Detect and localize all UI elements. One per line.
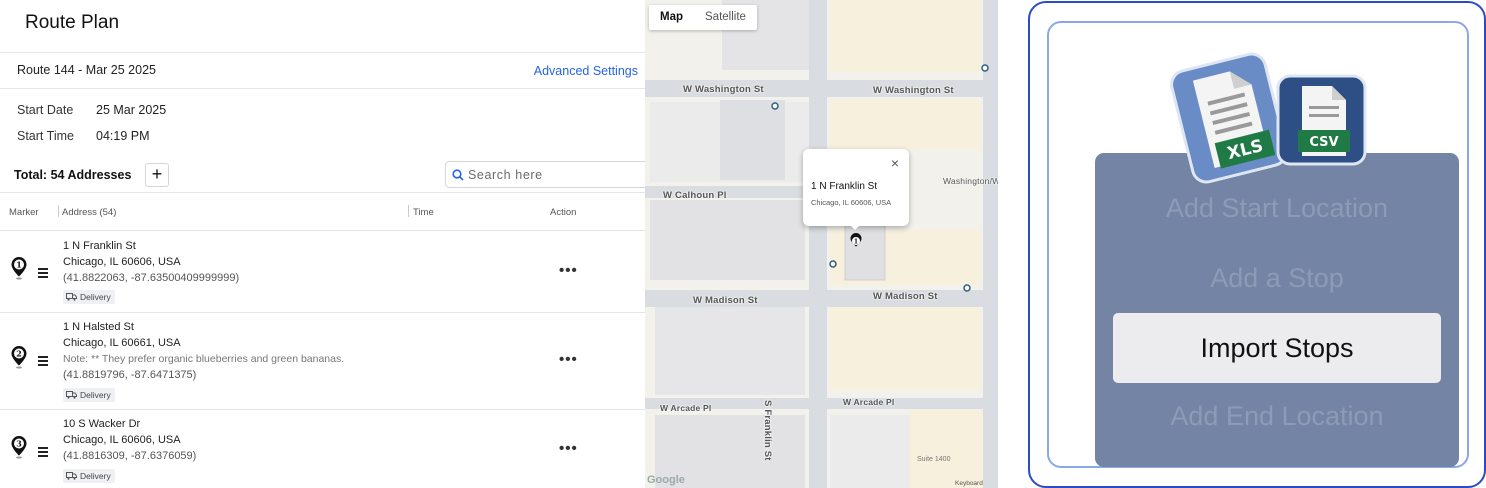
row-actions-menu[interactable]: ••• [559, 440, 578, 457]
map-canvas: 1 [645, 0, 998, 488]
delivery-label: Delivery [80, 292, 111, 302]
table-row[interactable]: 3 10 S Wacker Dr Chicago, IL 60606, USA … [0, 410, 645, 488]
street-label: W Washington St [683, 84, 764, 95]
column-separator [58, 205, 59, 217]
close-icon[interactable]: × [891, 155, 899, 171]
street-label: W Arcade Pl [660, 403, 712, 413]
address-line2: Chicago, IL 60606, USA [63, 256, 181, 268]
map-type-toggle[interactable]: Map Satellite [649, 5, 757, 30]
address-line1: 1 N Halsted St [63, 321, 134, 333]
delivery-badge: Delivery [63, 388, 115, 402]
divider [0, 192, 645, 193]
address-line2: Chicago, IL 60606, USA [63, 434, 181, 446]
inner-frame: Add Start Location Add a Stop Import Sto… [1047, 21, 1469, 468]
total-addresses: Total: 54 Addresses [14, 168, 132, 182]
column-header-time: Time [413, 207, 434, 218]
address-line1: 10 S Wacker Dr [63, 418, 141, 430]
divider [0, 88, 645, 89]
address-line1: 1 N Franklin St [63, 240, 136, 252]
marker-pin-icon: 2 [11, 346, 27, 369]
delivery-label: Delivery [80, 471, 111, 481]
street-label: W Madison St [693, 295, 758, 306]
drag-handle-icon[interactable] [38, 447, 48, 459]
menu-item-add-end-location[interactable]: Add End Location [1095, 401, 1459, 432]
marker-number: 1 [16, 260, 22, 270]
route-plan-panel: Route Plan Route 144 - Mar 25 2025 Advan… [0, 0, 645, 488]
stop-note: Note: ** They prefer organic blueberries… [63, 353, 345, 365]
drag-handle-icon[interactable] [38, 268, 48, 280]
delivery-label: Delivery [80, 390, 111, 400]
delivery-badge: Delivery [63, 469, 115, 483]
tab-satellite[interactable]: Satellite [694, 5, 757, 30]
place-label: Suite 1400 [917, 456, 951, 463]
google-logo[interactable]: Google [647, 474, 685, 486]
add-options-menu: Add Start Location Add a Stop Import Sto… [1095, 153, 1459, 467]
advanced-settings-link[interactable]: Advanced Settings [534, 64, 638, 78]
tab-map[interactable]: Map [649, 5, 694, 30]
csv-label: CSV [1309, 135, 1338, 150]
start-time-value[interactable]: 04:19 PM [96, 129, 150, 143]
csv-file-icon: CSV [1276, 74, 1367, 166]
marker-pin-icon: 3 [11, 436, 27, 459]
street-label: W Arcade Pl [843, 397, 895, 407]
page-title: Route Plan [25, 12, 120, 33]
column-header-marker: Marker [9, 207, 39, 218]
keyboard-shortcuts-link[interactable]: Keyboard [955, 480, 983, 487]
column-separator [408, 205, 409, 217]
route-name: Route 144 - Mar 25 2025 [17, 63, 156, 77]
search-icon [452, 169, 464, 181]
row-actions-menu[interactable]: ••• [559, 351, 578, 368]
import-options-card: Add Start Location Add a Stop Import Sto… [1028, 1, 1486, 488]
coordinates: (41.8819796, -87.6471375) [63, 369, 197, 381]
column-header-address: Address (54) [62, 207, 117, 218]
start-date-label: Start Date [17, 103, 74, 117]
table-row[interactable]: 2 1 N Halsted St Chicago, IL 60661, USA … [0, 313, 645, 409]
popup-title: 1 N Franklin St [811, 181, 878, 192]
divider [0, 52, 645, 53]
marker-number: 3 [16, 439, 22, 449]
popup-address: Chicago, IL 60606, USA [811, 198, 892, 207]
map-marker-number: 1 [854, 239, 858, 246]
marker-number: 2 [16, 349, 22, 359]
row-actions-menu[interactable]: ••• [559, 262, 578, 279]
truck-icon [66, 472, 77, 480]
add-address-button[interactable]: + [145, 163, 169, 187]
coordinates: (41.8822063, -87.63500409999999) [63, 272, 240, 284]
menu-item-import-stops[interactable]: Import Stops [1113, 313, 1441, 383]
map-view[interactable]: 1 Map Satellite W Washington St W Washin… [645, 0, 998, 488]
search-box[interactable] [445, 161, 645, 188]
drag-handle-icon[interactable] [38, 356, 48, 368]
popup-pointer [849, 224, 861, 230]
street-label: W Washington St [873, 85, 954, 96]
station-label: Washington/W [943, 176, 998, 186]
start-time-label: Start Time [17, 129, 74, 143]
search-input[interactable] [468, 166, 638, 184]
street-label: W Calhoun Pl [663, 190, 727, 201]
start-date-value[interactable]: 25 Mar 2025 [96, 103, 166, 117]
coordinates: (41.8816309, -87.6376059) [63, 450, 197, 462]
column-header-action: Action [550, 207, 577, 218]
address-line2: Chicago, IL 60661, USA [63, 337, 181, 349]
menu-item-add-stop[interactable]: Add a Stop [1095, 263, 1459, 294]
delivery-badge: Delivery [63, 290, 115, 304]
truck-icon [66, 293, 77, 301]
street-label: S Franklin St [762, 400, 773, 461]
marker-pin-icon: 1 [11, 257, 27, 280]
menu-item-add-start-location[interactable]: Add Start Location [1095, 193, 1459, 224]
table-row[interactable]: 1 1 N Franklin St Chicago, IL 60606, USA… [0, 231, 645, 312]
truck-icon [66, 391, 77, 399]
map-info-popup: × 1 N Franklin St Chicago, IL 60606, USA [803, 149, 909, 226]
street-label: W Madison St [873, 291, 938, 302]
